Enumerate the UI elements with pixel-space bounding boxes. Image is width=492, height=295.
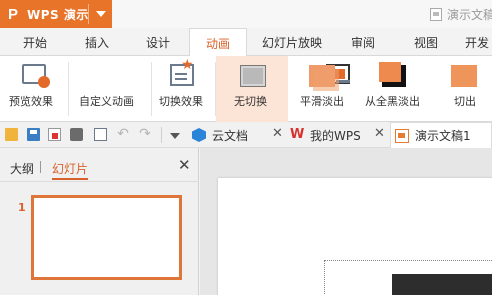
window-title-text: 演示文稿1 [447,8,492,22]
cut-thumbnail-icon [451,65,477,87]
preview-icon [22,64,50,88]
from-black-thumbnail-icon [379,62,406,87]
wps-icon: W [290,127,305,142]
preview-effect-label: 预览效果 [9,95,53,108]
doc-tab-label: 演示文稿1 [415,129,471,143]
transition-cut-option[interactable]: 切出 [436,56,492,122]
title-bar: P WPS 演示 演示文稿1 [0,0,492,28]
app-menu-divider [88,4,89,24]
ribbon-divider [151,62,152,116]
tab-outline[interactable]: 大纲 [10,160,34,177]
doc-tab-label: 云文档 [212,128,249,143]
redo-icon[interactable]: ↷ [138,127,152,141]
transition-none-label: 无切换 [234,95,267,108]
print-icon[interactable] [70,128,83,141]
cloud-icon [192,128,206,142]
customize-toolbar-chevron-icon[interactable] [170,133,180,139]
tab-home[interactable]: 开始 [18,28,52,56]
slide-thumbnail[interactable] [31,195,182,280]
pane-tab-bar: 大纲 幻灯片 ✕ [0,148,199,182]
active-tab-underline [52,178,88,180]
chevron-down-icon[interactable] [96,11,106,17]
doc-tab-my-wps[interactable]: W 我的WPS ✕ [290,122,386,148]
print-preview-icon[interactable] [94,128,107,141]
tab-slides[interactable]: 幻灯片 [52,160,88,177]
no-transition-thumbnail-icon [240,65,266,87]
quick-access-toolbar: ↶ ↷ 云文档 ✕ W 我的WPS ✕ 演示文稿1 [0,122,492,148]
tab-design[interactable]: 设计 [141,28,175,56]
transition-from-black-option[interactable]: 从全黑淡出 [360,56,432,122]
smooth-fade-thumbnail-icon [309,65,339,91]
tab-animation[interactable]: 动画 [189,28,247,57]
doc-tab-presentation[interactable]: 演示文稿1 [390,122,492,148]
transition-cut-label: 切出 [454,95,476,108]
transition-smooth-fade-label: 平滑淡出 [300,95,344,108]
slides-pane: 大纲 幻灯片 ✕ 1 [0,148,199,295]
slide-doc-icon [395,128,409,143]
window-title: 演示文稿1 [430,6,492,23]
tab-view[interactable]: 视图 [409,28,443,56]
tab-developer[interactable]: 开发 [462,28,492,56]
slide-editor-canvas[interactable] [200,148,492,295]
switch-effect-label: 切换效果 [159,95,203,108]
toolbar-divider [161,127,162,143]
app-menu-button[interactable]: P WPS 演示 [0,0,112,28]
open-folder-icon[interactable] [5,128,18,141]
tab-insert[interactable]: 插入 [80,28,114,56]
slide-dark-shape[interactable] [392,274,492,295]
wps-logo-icon: P [7,5,18,23]
export-pdf-icon[interactable] [48,128,61,141]
tab-review[interactable]: 审阅 [346,28,380,56]
close-icon[interactable]: ✕ [374,126,385,141]
doc-tab-cloud[interactable]: 云文档 ✕ [190,122,284,148]
app-name: WPS 演示 [27,7,89,22]
doc-tab-label: 我的WPS [310,128,361,143]
ribbon-tab-bar: 开始 插入 设计 动画 幻灯片放映 审阅 视图 开发 [0,28,492,57]
close-icon[interactable]: ✕ [272,126,283,141]
custom-animation-button[interactable]: 自定义动画 [74,56,194,122]
undo-icon[interactable]: ↶ [116,127,130,141]
pane-tab-divider [40,161,41,173]
preview-effect-button[interactable]: 预览效果 [0,56,68,122]
ribbon-divider [68,62,69,116]
custom-animation-label: 自定义动画 [79,95,134,108]
tab-slideshow[interactable]: 幻灯片放映 [256,28,328,56]
save-icon[interactable] [27,128,40,141]
ribbon-panel: 预览效果 自定义动画 切换效果 无切换 平滑淡出 从全黑淡出 切出 [0,56,492,122]
close-icon[interactable]: ✕ [178,156,191,174]
switch-effect-button[interactable]: 切换效果 [154,56,350,122]
document-icon [430,8,442,21]
transition-smooth-fade-option[interactable]: 平滑淡出 [292,56,358,122]
transition-none-option[interactable]: 无切换 [216,56,288,122]
transition-from-black-label: 从全黑淡出 [365,95,420,108]
slide-number: 1 [18,201,26,214]
